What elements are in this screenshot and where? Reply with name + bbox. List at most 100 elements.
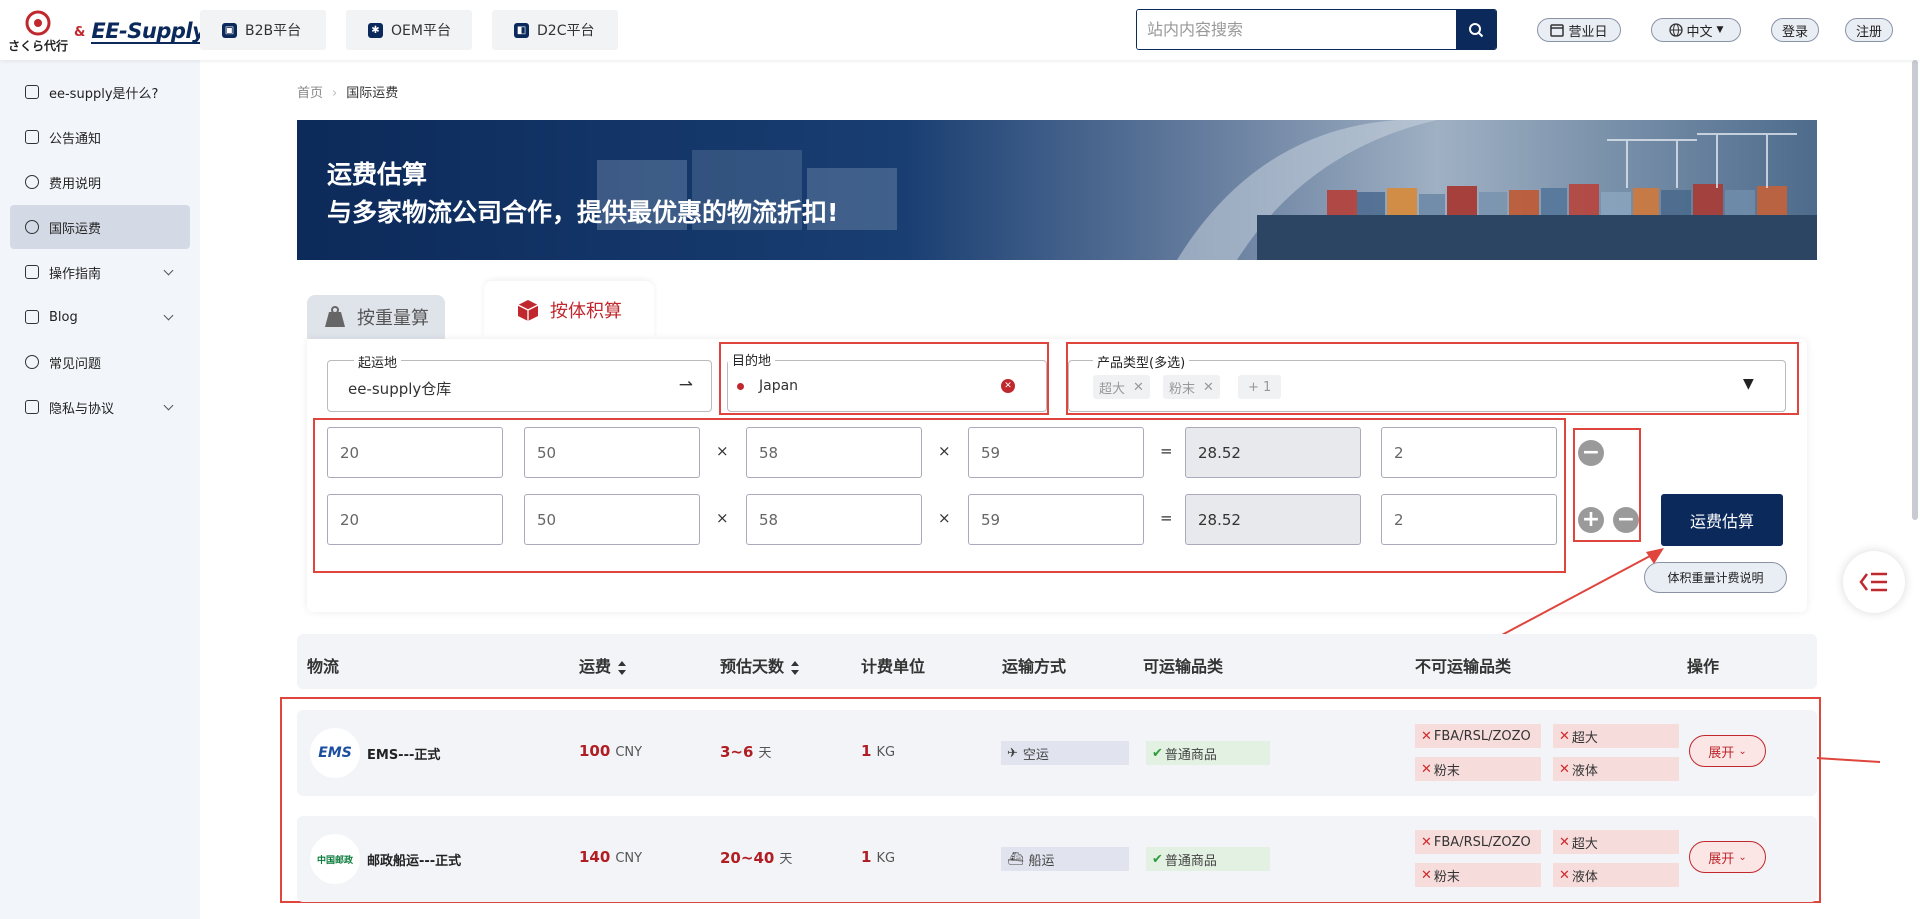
- volume-output: 28.52: [1185, 494, 1361, 545]
- origin-field[interactable]: 起运地 ee-supply仓库 ⇀: [327, 352, 712, 412]
- language-label: 中文: [1686, 24, 1713, 40]
- bag-icon: ▣: [222, 22, 237, 38]
- remove-row-icon[interactable]: −: [1613, 507, 1639, 533]
- scrollbar[interactable]: [1912, 60, 1918, 520]
- product-tag: 超大 ✕: [1093, 375, 1150, 399]
- register-button[interactable]: 注册: [1845, 18, 1893, 42]
- volume-weight-note-button[interactable]: 体积重量计费说明: [1644, 562, 1787, 593]
- carrier-name: EMS---正式: [367, 748, 441, 763]
- breadcrumb: 首页 › 国际运费: [297, 82, 398, 101]
- remove-row-icon[interactable]: −: [1578, 440, 1604, 466]
- expand-button[interactable]: 展开 ⌄: [1689, 735, 1766, 767]
- tab-by-volume[interactable]: 按体积算: [484, 281, 654, 339]
- column-header-unit: 计费单位: [861, 657, 926, 676]
- column-header-fee[interactable]: 运费: [579, 653, 627, 677]
- cross-icon: ✕: [1421, 728, 1432, 744]
- sidebar-item-label: Blog: [49, 309, 78, 325]
- product-type-select[interactable]: 产品类型(多选) 超大 ✕ 粉末 ✕ + 1 ▼: [1068, 352, 1786, 412]
- sidebar-item-about[interactable]: ee-supply是什么?: [10, 70, 190, 114]
- globe-icon: [25, 220, 39, 234]
- length-input[interactable]: 50: [524, 494, 700, 545]
- width-input[interactable]: 58: [746, 427, 922, 478]
- forbidden-tag: ✕ FBA/RSL/ZOZO: [1415, 724, 1541, 748]
- port-illustration: [597, 120, 1817, 260]
- gear-icon: ✱: [368, 22, 383, 38]
- site-logo[interactable]: さくら代行 & EE-Supply: [8, 10, 206, 54]
- logo-amp: &: [74, 24, 86, 40]
- height-input[interactable]: 59: [968, 494, 1144, 545]
- product-tag: 粉末 ✕: [1163, 375, 1220, 399]
- platform-d2c[interactable]: ◧ D2C平台: [492, 10, 618, 50]
- home-icon: [25, 85, 39, 99]
- column-header-label: 预估天数: [720, 657, 785, 676]
- sidebar-item-label: 费用说明: [49, 176, 102, 192]
- arrow-right-icon: ⇀: [678, 375, 693, 395]
- allowed-label: 普通商品: [1164, 853, 1217, 869]
- cross-icon: ✕: [1421, 761, 1432, 777]
- platform-oem[interactable]: ✱ OEM平台: [346, 10, 472, 50]
- platform-b2b[interactable]: ▣ B2B平台: [200, 10, 326, 50]
- banner-subtitle: 与多家物流公司合作，提供最优惠的物流折扣!: [327, 198, 839, 227]
- sidebar-item-label: 国际运费: [49, 221, 102, 237]
- search-icon: [1469, 22, 1484, 37]
- table-row: EMS EMS---正式 100 CNY 3~6 天 1 KG ✈ 空运 ✔ 普通商品 ✕…: [297, 710, 1817, 796]
- times-sign: ×: [938, 509, 951, 527]
- hero-banner: 运费估算 与多家物流公司合作，提供最优惠的物流折扣!: [297, 120, 1817, 260]
- menu-collapse-icon: [1859, 572, 1887, 592]
- add-row-icon[interactable]: +: [1578, 507, 1604, 533]
- top-header: さくら代行 & EE-Supply ▣ B2B平台 ✱ OEM平台 ◧ D2C平…: [0, 0, 1920, 60]
- quantity-input[interactable]: 2: [1381, 427, 1557, 478]
- forbidden-tag: ✕ 粉末: [1415, 863, 1541, 887]
- remove-tag-icon[interactable]: ✕: [1133, 380, 1144, 395]
- breadcrumb-separator-icon: ›: [332, 86, 338, 101]
- breadcrumb-home[interactable]: 首页: [297, 86, 323, 101]
- sidebar-item-fees[interactable]: 费用说明: [10, 160, 190, 204]
- tab-label: 按体积算: [550, 301, 622, 322]
- results-table-header: 物流 运费 预估天数 计费单位 运输方式 可运输品类 不可运输品类 操作: [297, 634, 1817, 689]
- length-input[interactable]: 50: [524, 427, 700, 478]
- weight-input[interactable]: 20: [327, 494, 503, 545]
- sidebar-item-notice[interactable]: 公告通知: [10, 115, 190, 159]
- column-header-logistics: 物流: [307, 657, 340, 676]
- sakura-logo: さくら代行: [8, 10, 68, 54]
- business-day-button[interactable]: 营业日: [1537, 18, 1621, 42]
- width-input[interactable]: 58: [746, 494, 922, 545]
- sidebar-item-guide[interactable]: 操作指南: [10, 250, 190, 294]
- sidebar-item-faq[interactable]: 常见问题: [10, 340, 190, 384]
- destination-field[interactable]: 目的地 Japan ✕: [727, 350, 1047, 412]
- tab-by-weight[interactable]: 按重量算: [307, 295, 445, 339]
- search-button[interactable]: [1456, 10, 1496, 49]
- sidebar-item-label: 常见问题: [49, 356, 102, 372]
- sidebar-item-shipping[interactable]: 国际运费: [10, 205, 190, 249]
- origin-value: ee-supply仓库: [348, 380, 452, 398]
- forbidden-label: 超大: [1571, 836, 1598, 852]
- floating-menu-button[interactable]: [1843, 551, 1905, 613]
- search-input[interactable]: [1137, 10, 1456, 49]
- chevron-down-icon: ⌄: [1738, 851, 1747, 863]
- weight-input[interactable]: 20: [327, 427, 503, 478]
- remove-tag-icon[interactable]: ✕: [1203, 380, 1214, 395]
- forbidden-label: FBA/RSL/ZOZO: [1433, 834, 1531, 850]
- sakura-flower-icon: [25, 10, 51, 36]
- expand-button[interactable]: 展开 ⌄: [1689, 841, 1766, 873]
- calculate-button[interactable]: 运费估算: [1661, 494, 1783, 546]
- destination-value: Japan: [759, 378, 799, 394]
- sidebar-item-privacy[interactable]: 隐私与协议: [10, 385, 190, 429]
- forbidden-label: 超大: [1571, 730, 1598, 746]
- sort-icon: [791, 660, 800, 675]
- forbidden-tag: ✕ 粉末: [1415, 757, 1541, 781]
- transport-tag: ✈ 空运: [1001, 741, 1129, 765]
- forbidden-label: 粉末: [1433, 763, 1460, 779]
- quantity-input[interactable]: 2: [1381, 494, 1557, 545]
- height-input[interactable]: 59: [968, 427, 1144, 478]
- unit-value: 1 KG: [861, 848, 895, 866]
- language-select[interactable]: 中文 ▼: [1651, 18, 1741, 42]
- equals-sign: =: [1160, 442, 1173, 460]
- login-button[interactable]: 登录: [1771, 18, 1819, 42]
- clear-icon[interactable]: ✕: [1001, 379, 1015, 393]
- sidebar-item-blog[interactable]: Blog: [10, 295, 190, 339]
- ems-logo: EMS: [310, 728, 360, 778]
- column-header-days[interactable]: 预估天数: [720, 653, 800, 677]
- transport-label: 空运: [1022, 747, 1049, 763]
- carrier-name: 邮政船运---正式: [367, 854, 462, 869]
